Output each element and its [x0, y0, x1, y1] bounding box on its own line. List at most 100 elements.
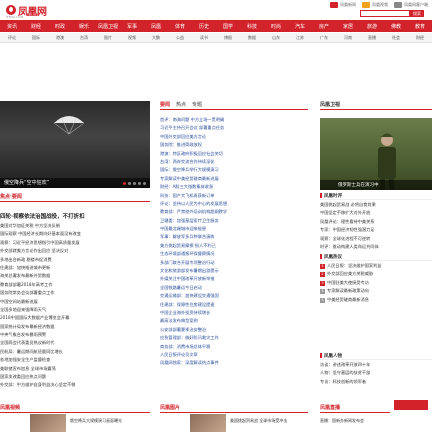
nav-item[interactable]: 科技: [240, 23, 264, 30]
nav-item[interactable]: 财经: [24, 23, 48, 30]
list-item[interactable]: 生态环境部通报环保督察情况: [160, 250, 308, 258]
list-item[interactable]: 外交部：中方维护自身利益决心坚定不移: [0, 381, 150, 389]
nav-item[interactable]: 历史: [192, 23, 216, 30]
hero-dot[interactable]: [128, 182, 131, 185]
list-item[interactable]: 财经：A股三大指数集体收涨: [160, 183, 308, 191]
list-item[interactable]: 住建部：加快推进城市更新: [0, 264, 150, 272]
list-item[interactable]: 美方挑起贸易摩擦 损人不利己: [160, 242, 308, 250]
list-item[interactable]: 公安部部署夏季治安整治: [160, 326, 308, 334]
subnav-item[interactable]: 港澳: [48, 35, 72, 41]
list-item[interactable]: 中国外交部回应美方言论: [160, 133, 308, 141]
list-item[interactable]: 国务院：推进简政放权: [160, 141, 308, 149]
bottom-promo-badge[interactable]: [394, 400, 428, 410]
list-item[interactable]: 美国挑起贸易战 必将自食其果: [320, 201, 432, 209]
subnav-item[interactable]: 大鹏: [144, 35, 168, 41]
subnav-item[interactable]: 财经: [408, 35, 432, 41]
nav-item[interactable]: 凤凰: [144, 23, 168, 30]
list-item[interactable]: 国际：俄空降兵举行大规模演习: [160, 166, 308, 174]
list-item[interactable]: 海关总署发布最新外贸数据: [0, 272, 150, 280]
list-item[interactable]: 台湾：两岸交流合作持续深化: [160, 158, 308, 166]
list-item[interactable]: 国务院常务会议部署重点工作: [0, 289, 150, 297]
nav-item[interactable]: 资讯: [0, 23, 24, 30]
subnav-item[interactable]: 国际: [24, 35, 48, 41]
list-item[interactable]: 多部门联合开展专项整治行动: [160, 259, 308, 267]
left-section-title[interactable]: 焦点·要闻: [0, 193, 22, 201]
list-item[interactable]: 教育部部署2018年高考工作: [0, 281, 150, 289]
subnav-item[interactable]: 河南: [336, 35, 360, 41]
subnav-item[interactable]: 台湾: [72, 35, 96, 41]
list-item[interactable]: 观察：习近平经济思想指引中国高质量发展: [0, 239, 150, 247]
subnav-item[interactable]: 图片: [96, 35, 120, 41]
list-item[interactable]: 美联储宣布加息 全球市场震荡: [0, 365, 150, 373]
subnav-item[interactable]: 评论: [0, 35, 24, 41]
list-item[interactable]: 首评：南海问题 中方立场一贯明确: [160, 116, 308, 124]
nav-item[interactable]: 佛教: [384, 23, 408, 30]
tab-news[interactable]: 要闻: [160, 101, 170, 109]
list-item[interactable]: 4 专家解读最新政策动向: [320, 287, 432, 295]
bottom-video-text[interactable]: 俄空降兵大规模演习画面曝光: [70, 418, 150, 424]
subnav-item[interactable]: 博报: [216, 35, 240, 41]
nav-item[interactable]: 时政: [48, 23, 72, 30]
hero-slideshow[interactable]: 俄空降兵“空中狂欢”: [0, 101, 150, 188]
list-item[interactable]: 观察：全球化进程不可逆转: [320, 235, 432, 243]
list-item[interactable]: 美国对华加征关税 中方坚决反制: [0, 222, 150, 230]
list-item[interactable]: 最高法发布典型案例: [160, 317, 308, 325]
list-item[interactable]: 中国企业海外投资持续增长: [160, 309, 308, 317]
nav-item[interactable]: 军事: [120, 23, 144, 30]
bottom-live-text[interactable]: 直播：国新办新闻发布会: [320, 418, 428, 424]
list-item[interactable]: 中央气象台发布暴雨预警: [0, 331, 150, 339]
list-item[interactable]: 3 中国驻美大使接受专访: [320, 279, 432, 287]
list-item[interactable]: 凤凰网独家：深度解读热点事件: [160, 359, 308, 367]
nav-item[interactable]: 汽车: [288, 23, 312, 30]
list-item[interactable]: 国家发改委回应热点问题: [0, 373, 150, 381]
list-item[interactable]: 人民日报评论员文章: [160, 351, 308, 359]
list-item[interactable]: 中国坚定不移扩大对外开放: [320, 209, 432, 217]
right-photo-caption[interactable]: 俄罗斯士兵在演习中: [338, 182, 379, 188]
search-input[interactable]: [360, 10, 410, 17]
list-item[interactable]: 多地出台新政 稳楼市促消费: [0, 256, 150, 264]
subnav-item[interactable]: 读书: [192, 35, 216, 41]
list-item[interactable]: 中国空间站最新进展: [0, 298, 150, 306]
list-item[interactable]: 凤凰评论：理性看待中美关系: [320, 218, 432, 226]
list-item[interactable]: 中国最北端城市迎来极昼: [160, 225, 308, 233]
list-item[interactable]: 交通运输部：加快建设交通强国: [160, 292, 308, 300]
list-item[interactable]: 全国多地迎来强降雨天气: [0, 306, 150, 314]
right-section-title[interactable]: 凤凰卫视: [320, 102, 340, 109]
tab-hot[interactable]: 热点: [176, 101, 186, 109]
hero-dot[interactable]: [133, 182, 136, 185]
list-item[interactable]: 访谈：讲述改革开放四十年: [320, 361, 432, 369]
subnav-item[interactable]: 数据: [240, 35, 264, 41]
list-item[interactable]: 专家解读中美经贸磋商最新进展: [160, 175, 308, 183]
subnav-item[interactable]: 直播: [360, 35, 384, 41]
subnav-item[interactable]: 山东: [264, 35, 288, 41]
list-item[interactable]: 国家统计局发布最新经济数据: [0, 323, 150, 331]
list-item[interactable]: 各地加强安全生产监督检查: [0, 356, 150, 364]
list-item[interactable]: 文化和旅游部发布暑期出游提示: [160, 267, 308, 275]
list-item[interactable]: 应急管理部：做好防汛救灾工作: [160, 334, 308, 342]
list-item[interactable]: 军事：解放军多兵种联合演练: [160, 233, 308, 241]
nav-item[interactable]: 旅游: [360, 23, 384, 30]
list-item[interactable]: 科技：国产大飞机再获新订单: [160, 192, 308, 200]
subnav-item[interactable]: 视频: [120, 35, 144, 41]
nav-item[interactable]: 家居: [336, 23, 360, 30]
nav-item[interactable]: 娱乐: [72, 23, 96, 30]
list-item[interactable]: 外交部就美方言论作出回应 坚决反对: [0, 247, 150, 255]
hero-dot[interactable]: [123, 182, 126, 185]
search-button[interactable]: 搜索: [410, 10, 424, 17]
list-item[interactable]: 专访：科技创新的领军者: [320, 378, 432, 386]
list-item[interactable]: 评论：坚持以人民为中心的发展思想: [160, 200, 308, 208]
list-item[interactable]: 习近平主持召开会议 部署重点任务: [160, 124, 308, 132]
list-item[interactable]: 全国铁路暑运今日启动: [160, 284, 308, 292]
nav-item[interactable]: 房产: [312, 23, 336, 30]
bottom-video-thumb[interactable]: [30, 414, 66, 432]
top-link-client[interactable]: 凤凰网客户端: [394, 2, 428, 8]
subnav-item[interactable]: 社会: [384, 35, 408, 41]
list-item[interactable]: 教育部：严禁校外培训机构超纲教学: [160, 208, 308, 216]
nav-item[interactable]: 体育: [168, 23, 192, 30]
list-item[interactable]: 卫健委：加强基层医疗卫生服务: [160, 217, 308, 225]
list-item[interactable]: 全国两会代表委员热议新时代: [0, 339, 150, 347]
list-item[interactable]: 港澳：特区政府积极回应社会关切: [160, 150, 308, 158]
top-link-video[interactable]: 凤凰视频: [362, 2, 388, 8]
list-item[interactable]: 1 人民日报：坚决维护国家利益: [320, 262, 432, 270]
list-item[interactable]: 专家：中国经济韧性强潜力足: [320, 226, 432, 234]
